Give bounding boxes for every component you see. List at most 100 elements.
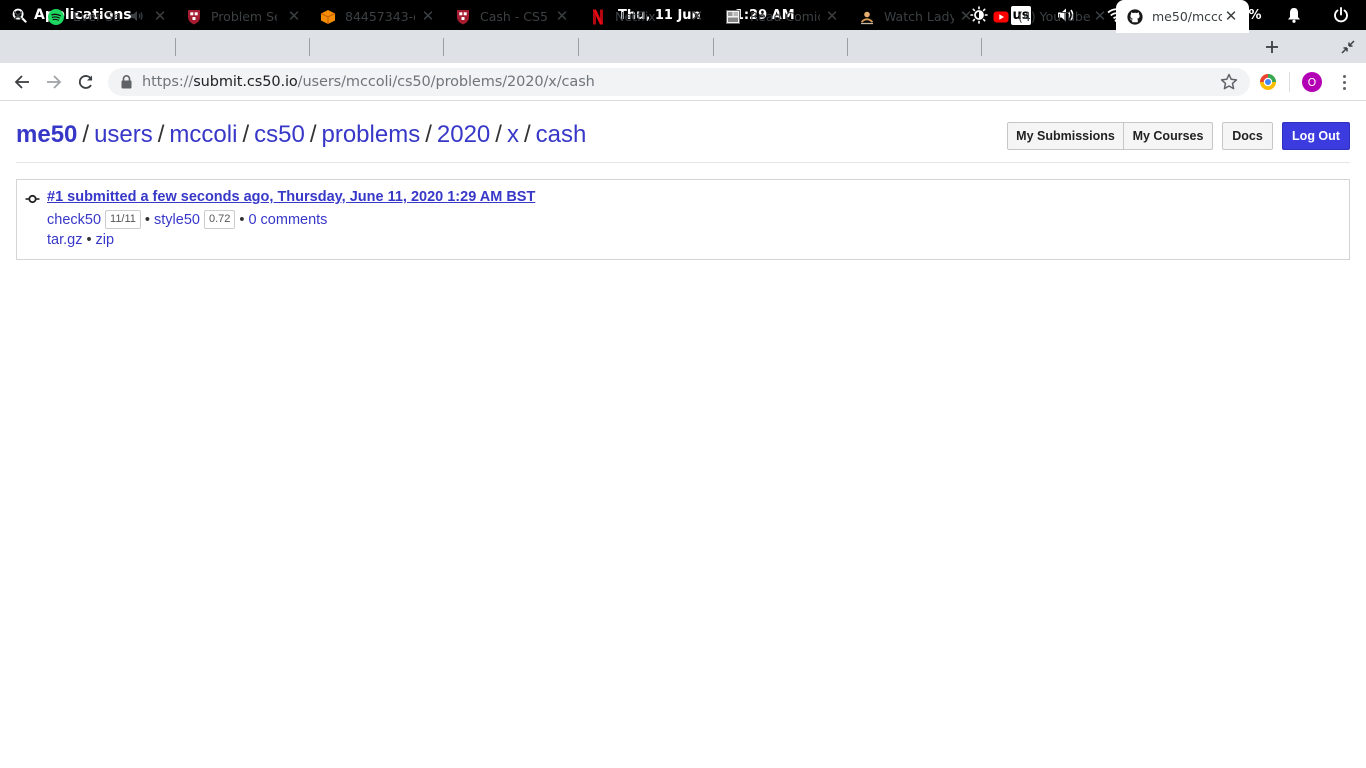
restore-window-button[interactable] [1338,30,1358,63]
tab-divider [309,38,310,56]
breadcrumb-separator: / [242,121,250,148]
breadcrumb-separator: / [157,121,165,148]
tab-divider [981,38,982,56]
harvard-shield-icon [455,9,471,25]
reload-button[interactable] [74,70,98,94]
tab-title: me50/mccoli [1152,9,1222,24]
tab-title: (4) YouTube [1018,9,1090,24]
power-icon[interactable] [1330,0,1352,30]
tab-problem-set[interactable]: Problem Set ✕ [186,0,302,33]
bullet-separator: • [239,211,245,228]
url-path: /users/mccoli/cs50/problems/2020/x/cash [297,74,595,90]
header-divider [16,162,1350,163]
tab-0[interactable]: ✕ [8,0,28,33]
tab-divider [578,38,579,56]
spotify-icon [48,8,64,25]
address-bar[interactable]: https://submit.cs50.io/users/mccoli/cs50… [108,68,1250,96]
url-host: submit.cs50.io [193,74,298,90]
tab-divider [847,38,848,56]
breadcrumb-separator: / [82,121,90,148]
harvard-shield-icon [186,9,202,25]
audio-playing-icon[interactable] [130,9,144,28]
comic-page-icon [725,9,741,25]
close-icon[interactable]: ✕ [689,7,705,25]
forward-button[interactable] [42,70,66,94]
bullet-separator: • [86,232,92,248]
back-arrow-icon [14,75,29,89]
tab-me50-active[interactable]: me50/mccoli ✕ [1116,0,1249,33]
tab-download[interactable]: 84457343-dt ✕ [320,0,436,33]
log-out-button[interactable]: Log Out [1282,122,1350,150]
tab-strip [0,30,1366,63]
close-icon[interactable]: ✕ [420,7,436,25]
restore-window-icon [1341,39,1355,54]
breadcrumb-users[interactable]: users [94,121,153,148]
forward-arrow-icon [47,75,62,89]
streaming-site-icon [859,9,875,25]
style50-link[interactable]: style50 [154,212,200,228]
breadcrumb-x[interactable]: x [507,121,519,148]
close-icon[interactable]: ✕ [958,7,974,25]
browser-menu-icon[interactable] [1336,72,1352,92]
breadcrumb-problems[interactable]: problems [321,121,420,148]
tab-netflix[interactable]: Netflix ✕ [590,0,705,33]
breadcrumb-separator: / [523,121,531,148]
breadcrumb-me50[interactable]: me50 [16,121,77,148]
tab-title: 84457343-dt [345,9,415,24]
tab-title: Problem Set [211,9,277,24]
profile-avatar[interactable]: O [1302,72,1322,92]
breadcrumb-separator: / [309,121,317,148]
lock-icon[interactable] [121,75,132,94]
submission-title-link[interactable]: #1 submitted a few seconds ago, Thursday… [47,189,535,205]
tab-read-comics[interactable]: Read Comics ✕ [725,0,840,33]
tab-title: Watch Lady [884,9,954,24]
docs-button[interactable]: Docs [1222,122,1273,150]
extension-icon[interactable] [1259,73,1277,96]
close-icon[interactable]: ✕ [286,7,302,25]
close-icon[interactable]: ✕ [824,7,840,25]
bookmark-star-icon[interactable] [1220,73,1238,96]
back-button[interactable] [10,70,34,94]
notifications-bell-icon[interactable] [1284,0,1304,30]
tab-title: Cash - CS50x [480,9,548,24]
close-icon[interactable]: ✕ [152,7,168,25]
git-commit-icon [25,192,40,210]
breadcrumb-mccoli[interactable]: mccoli [169,121,237,148]
close-icon[interactable]: ✕ [1092,7,1108,25]
my-courses-button[interactable]: My Courses [1123,122,1213,150]
github-icon [1127,8,1143,25]
package-box-icon [320,9,336,25]
tab-watch-lady[interactable]: Watch Lady ✕ [859,0,974,33]
download-zip-link[interactable]: zip [96,232,115,248]
style50-score-badge: 0.72 [203,210,236,229]
tab-youtube[interactable]: (4) YouTube ✕ [993,0,1108,33]
tab-divider [713,38,714,56]
close-icon[interactable]: ✕ [1223,7,1239,25]
browser-toolbar: https://submit.cs50.io/users/mccoli/cs50… [0,63,1366,101]
breadcrumb-separator: / [495,121,502,148]
tab-title: Netflix [615,9,656,24]
tab-divider [443,38,444,56]
page-content: me50/users / mccoli / cs50/problems/2020/x / c… [0,102,1366,768]
tab-title: Ever Seen [73,9,121,24]
netflix-icon [590,9,606,25]
plus-icon [1266,40,1278,53]
close-icon[interactable]: ✕ [10,7,26,25]
check50-link[interactable]: check50 [47,212,101,228]
breadcrumb-2020[interactable]: 2020 [437,121,490,148]
submission-card: #1 submitted a few seconds ago, Thursday… [16,179,1350,260]
breadcrumb-separator: / [425,121,432,148]
breadcrumb: me50/users / mccoli / cs50/problems/2020/x / c… [16,121,586,149]
check50-score-badge: 11/11 [105,210,141,229]
breadcrumb-cs50[interactable]: cs50 [254,121,305,148]
tab-spotify[interactable]: Ever Seen ✕ [48,0,168,33]
comments-link[interactable]: 0 comments [248,212,327,228]
download-targz-link[interactable]: tar.gz [47,232,82,248]
new-tab-button[interactable] [1262,30,1282,63]
submission-downloads-row: tar.gz • zip [47,232,114,248]
breadcrumb-cash[interactable]: cash [536,121,587,148]
close-icon[interactable]: ✕ [554,7,570,25]
my-submissions-button[interactable]: My Submissions [1007,122,1124,150]
tab-divider [175,38,176,56]
tab-cash-cs50[interactable]: Cash - CS50x ✕ [455,0,570,33]
